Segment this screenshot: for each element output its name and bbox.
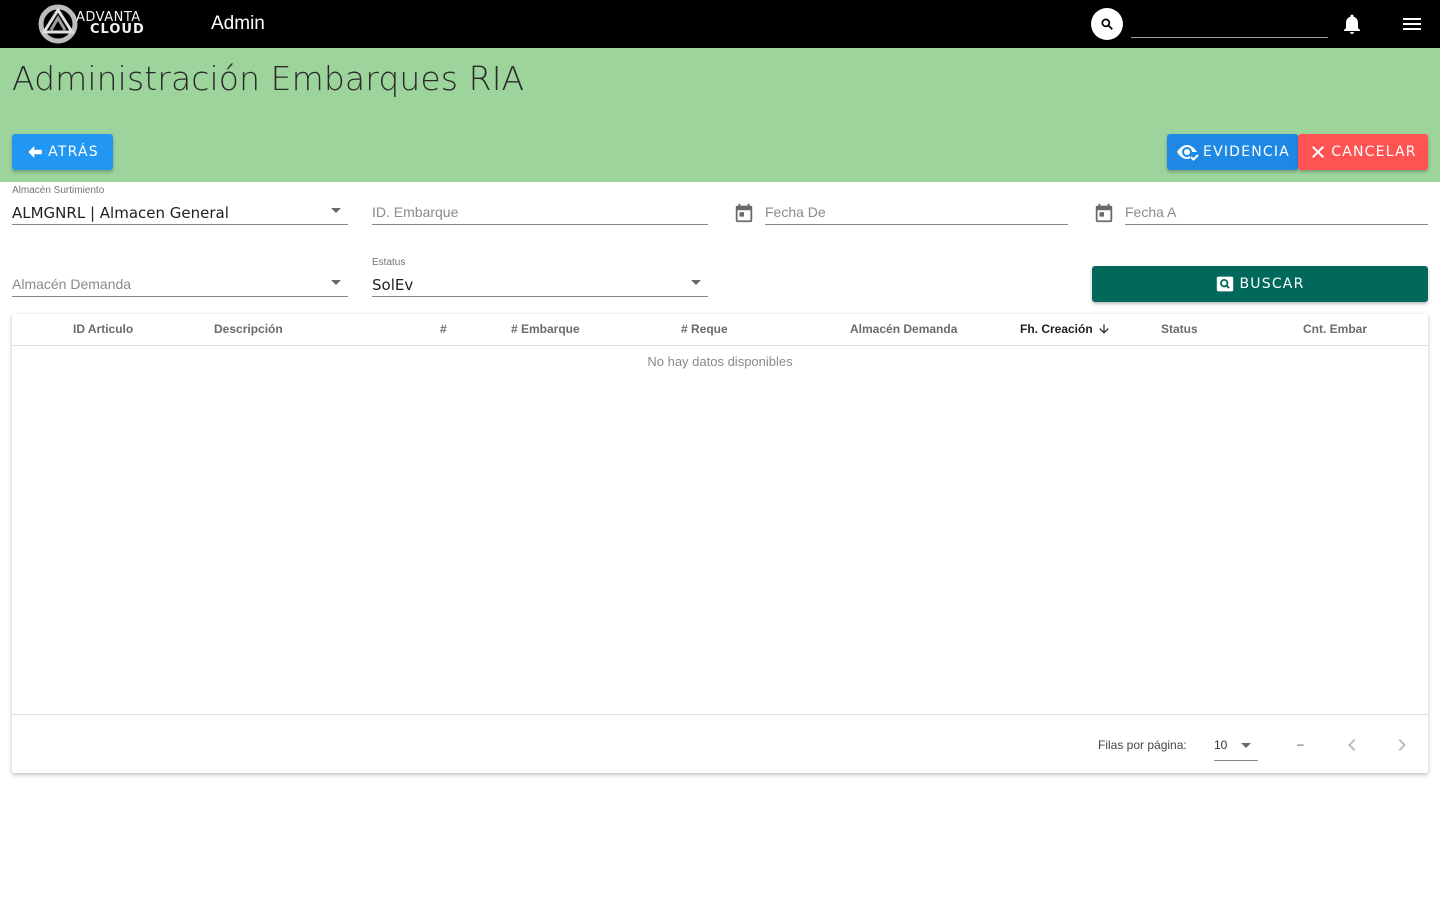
- column-header-embarque[interactable]: # Embarque: [511, 322, 580, 336]
- search-input[interactable]: [1131, 10, 1328, 38]
- field-underline: [765, 224, 1068, 225]
- fecha-de-field[interactable]: Fecha De: [765, 185, 1068, 225]
- estatus-value: SolEv: [372, 276, 414, 294]
- id-embarque-field[interactable]: ID. Embarque: [372, 185, 708, 225]
- search-button[interactable]: [1091, 8, 1123, 40]
- chevron-down-icon: [1241, 743, 1251, 748]
- cancel-button-label: Cancelar: [1331, 144, 1417, 160]
- rows-per-page-label: Filas por página:: [1098, 738, 1187, 752]
- notifications-bell-icon[interactable]: [1340, 12, 1364, 36]
- arrow-left-icon: [28, 146, 42, 158]
- chevron-down-icon: [691, 280, 701, 285]
- previous-page-icon[interactable]: [1340, 733, 1364, 757]
- empty-state-text: No hay datos disponibles: [647, 354, 793, 369]
- evidence-button-label: Evidencia: [1203, 144, 1290, 160]
- logo-mark-icon: [38, 4, 78, 44]
- chevron-down-icon: [331, 208, 341, 213]
- field-underline: [12, 224, 348, 225]
- field-underline: [1125, 224, 1428, 225]
- almacen-surtimiento-value: ALMGNRL | Almacen General: [12, 204, 229, 222]
- fecha-a-field[interactable]: Fecha A: [1125, 185, 1428, 225]
- logo-line2: CLOUD: [90, 22, 145, 37]
- back-button[interactable]: Atrás: [12, 134, 113, 170]
- field-underline: [12, 296, 348, 297]
- eye-check-icon: [1177, 145, 1199, 161]
- almacen-surtimiento-label: Almacén Surtimiento: [12, 185, 105, 196]
- column-header-fh-creacion-label: Fh. Creación: [1020, 322, 1093, 336]
- evidence-button[interactable]: Evidencia: [1167, 134, 1298, 170]
- hamburger-menu-icon[interactable]: [1400, 12, 1424, 36]
- column-header-almacen-demanda[interactable]: Almacén Demanda: [850, 322, 957, 336]
- id-embarque-placeholder: ID. Embarque: [372, 204, 459, 220]
- data-table: ID Articulo Descripción # # Embarque # R…: [12, 314, 1428, 773]
- search-icon: [1101, 18, 1113, 30]
- column-header-reque[interactable]: # Reque: [681, 322, 728, 336]
- almacen-surtimiento-select[interactable]: Almacén Surtimiento ALMGNRL | Almacen Ge…: [12, 185, 348, 225]
- app-title: Admin: [211, 13, 265, 34]
- cancel-button[interactable]: Cancelar: [1298, 134, 1428, 170]
- chevron-down-icon: [331, 280, 341, 285]
- back-button-label: Atrás: [48, 144, 99, 160]
- logo-text: ADVANTA CLOUD: [76, 11, 145, 37]
- calendar-icon[interactable]: [1093, 202, 1115, 224]
- almacen-demanda-placeholder: Almacén Demanda: [12, 276, 132, 292]
- advanta-cloud-logo[interactable]: ADVANTA CLOUD: [36, 4, 158, 44]
- page-title: Administración Embarques RIA: [12, 59, 525, 98]
- column-header-fh-creacion[interactable]: Fh. Creación: [1020, 322, 1111, 336]
- column-header-descripcion[interactable]: Descripción: [214, 322, 283, 336]
- app-bar: ADVANTA CLOUD Admin: [0, 0, 1440, 48]
- buscar-button-label: Buscar: [1239, 276, 1305, 292]
- image-search-icon: [1217, 276, 1234, 292]
- table-footer: Filas por página: 10 –: [12, 714, 1428, 773]
- field-underline: [372, 296, 708, 297]
- rows-per-page-select[interactable]: 10: [1214, 733, 1258, 761]
- close-icon: [1312, 146, 1325, 158]
- column-header-id-articulo[interactable]: ID Articulo: [73, 322, 133, 336]
- estatus-label: Estatus: [372, 257, 406, 268]
- almacen-demanda-select[interactable]: Almacén Demanda: [12, 257, 348, 297]
- fecha-de-placeholder: Fecha De: [765, 204, 826, 220]
- column-header-numero[interactable]: #: [440, 322, 447, 336]
- calendar-icon[interactable]: [733, 202, 755, 224]
- table-header: ID Articulo Descripción # # Embarque # R…: [12, 314, 1428, 346]
- field-underline: [372, 224, 708, 225]
- buscar-button[interactable]: Buscar: [1092, 266, 1428, 302]
- rows-per-page-value: 10: [1214, 738, 1228, 752]
- estatus-select[interactable]: Estatus SolEv: [372, 257, 708, 297]
- next-page-icon[interactable]: [1390, 733, 1414, 757]
- column-header-cnt-embar[interactable]: Cnt. Embar: [1303, 322, 1367, 336]
- fecha-a-placeholder: Fecha A: [1125, 204, 1177, 220]
- column-header-status[interactable]: Status: [1161, 322, 1198, 336]
- arrow-down-icon: [1099, 324, 1109, 334]
- pagination-range: –: [1297, 737, 1304, 751]
